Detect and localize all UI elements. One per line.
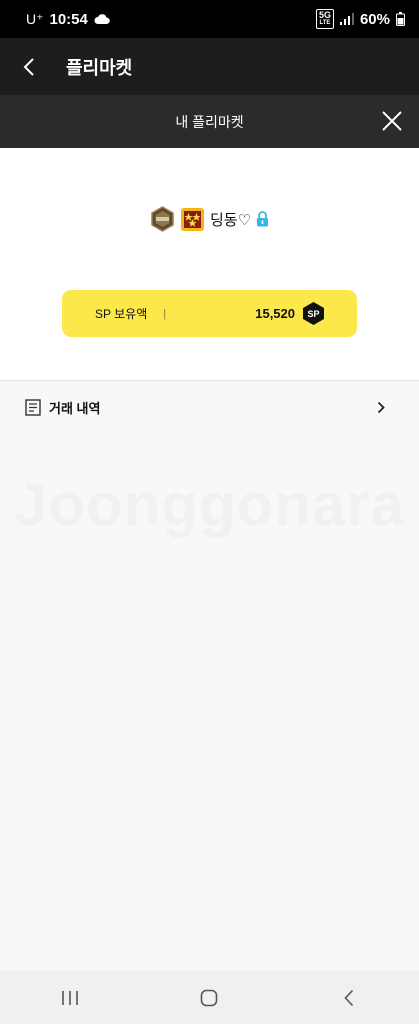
- home-icon: [201, 989, 218, 1006]
- status-time: 10:54: [49, 10, 88, 28]
- battery-percent: 60%: [359, 10, 390, 28]
- signal-icon: [339, 13, 354, 25]
- transaction-history-row[interactable]: 거래 내역: [0, 381, 419, 433]
- page-title: 플리마켓: [66, 57, 133, 78]
- recent-apps-button[interactable]: [40, 978, 100, 1018]
- profile-row: 딩동♡: [0, 204, 419, 234]
- status-right: 5G LTE 60%: [315, 9, 405, 29]
- back-arrow-icon: [344, 989, 354, 1006]
- home-button[interactable]: [179, 978, 239, 1018]
- sub-header: 내 플리마켓: [0, 95, 419, 148]
- cloud-icon: [94, 14, 110, 24]
- sub-header-title: 내 플리마켓: [175, 113, 244, 130]
- sp-balance-value: 15,520: [255, 306, 295, 321]
- status-bar: U⁺ 10:54 5G LTE 60%: [0, 0, 419, 38]
- sp-badge-icon: SP: [303, 302, 324, 325]
- close-icon: [382, 111, 402, 131]
- profile-section: 딩동♡ SP 보유액 | 15,520 SP: [0, 148, 419, 380]
- app-header: 플리마켓: [0, 38, 419, 95]
- sp-balance-label: SP 보유액: [95, 307, 148, 321]
- chevron-left-icon: [23, 57, 34, 76]
- carrier-label: U⁺: [26, 10, 44, 27]
- transaction-history-label: 거래 내역: [49, 400, 101, 416]
- document-icon: [25, 398, 41, 416]
- grade-badge-icon: [180, 207, 204, 231]
- network-type: 5G: [318, 10, 331, 20]
- sp-divider: |: [163, 307, 167, 320]
- watermark: Joonggonara: [13, 471, 405, 538]
- sp-balance-card: SP 보유액 | 15,520 SP: [62, 290, 357, 337]
- sp-badge-text: SP: [307, 309, 319, 319]
- lock-icon[interactable]: [256, 211, 269, 227]
- vip-badge-icon: [151, 206, 174, 232]
- back-button[interactable]: [0, 38, 58, 95]
- status-left: U⁺ 10:54: [26, 11, 110, 28]
- recent-apps-icon: [62, 990, 78, 1005]
- system-back-button[interactable]: [319, 978, 379, 1018]
- nickname: 딩동♡: [209, 211, 252, 229]
- battery-icon: [396, 12, 405, 26]
- chevron-right-icon: [377, 401, 385, 413]
- system-nav-bar: [0, 971, 419, 1024]
- network-badge: 5G LTE: [315, 9, 334, 29]
- network-sub: LTE: [319, 20, 331, 26]
- close-button[interactable]: [379, 108, 405, 134]
